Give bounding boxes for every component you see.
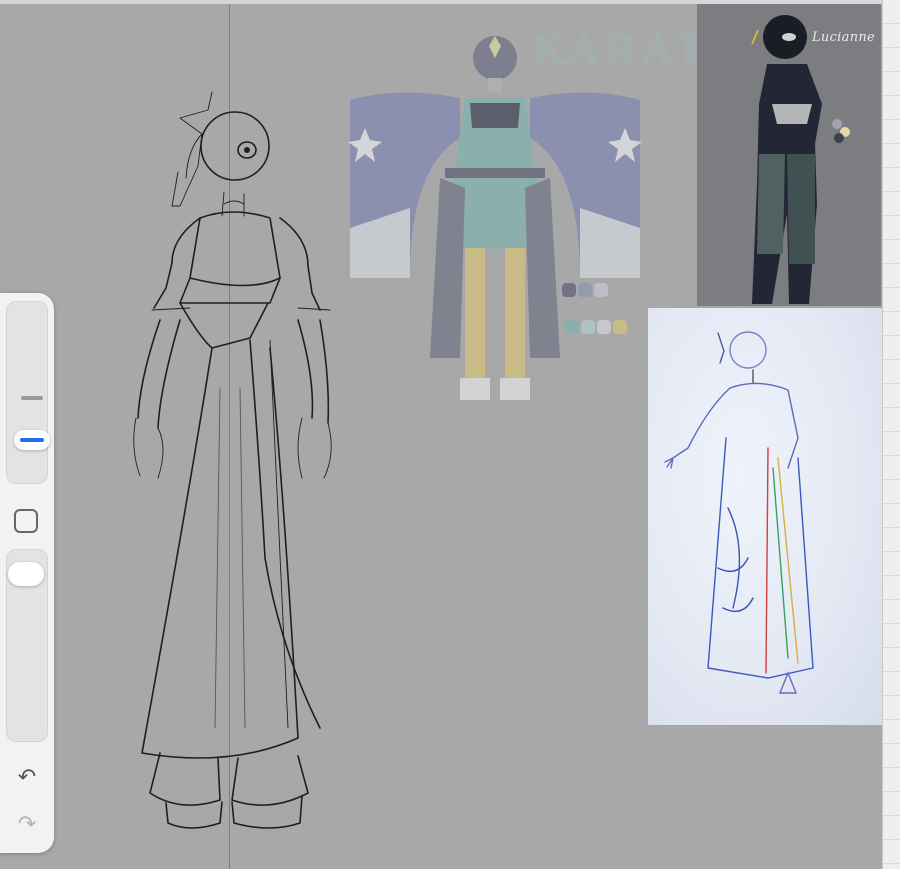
square-modify-icon[interactable] [14, 509, 38, 533]
reference-colored-sketch [664, 331, 814, 694]
reference-outfit-sheet [348, 36, 642, 400]
brush-size-handle[interactable] [14, 430, 50, 450]
opacity-slider[interactable] [6, 549, 48, 742]
reference-character-dark [751, 15, 850, 304]
redo-arrow-icon[interactable]: ↷ [12, 810, 42, 840]
line-art-sketch [133, 91, 332, 829]
brush-size-indicator [20, 438, 44, 442]
reference-photo [648, 308, 882, 725]
brush-size-tick [21, 396, 43, 400]
brush-size-slider[interactable] [6, 301, 50, 484]
undo-arrow-icon[interactable]: ↶ [12, 763, 42, 793]
layers-panel-edge[interactable] [882, 0, 900, 869]
reference-image-dark: Lucianne [697, 4, 881, 306]
opacity-handle[interactable] [8, 562, 44, 586]
sidebar-toolbar: ↶ ↷ [0, 293, 54, 853]
reference-signature: Lucianne [812, 30, 876, 45]
